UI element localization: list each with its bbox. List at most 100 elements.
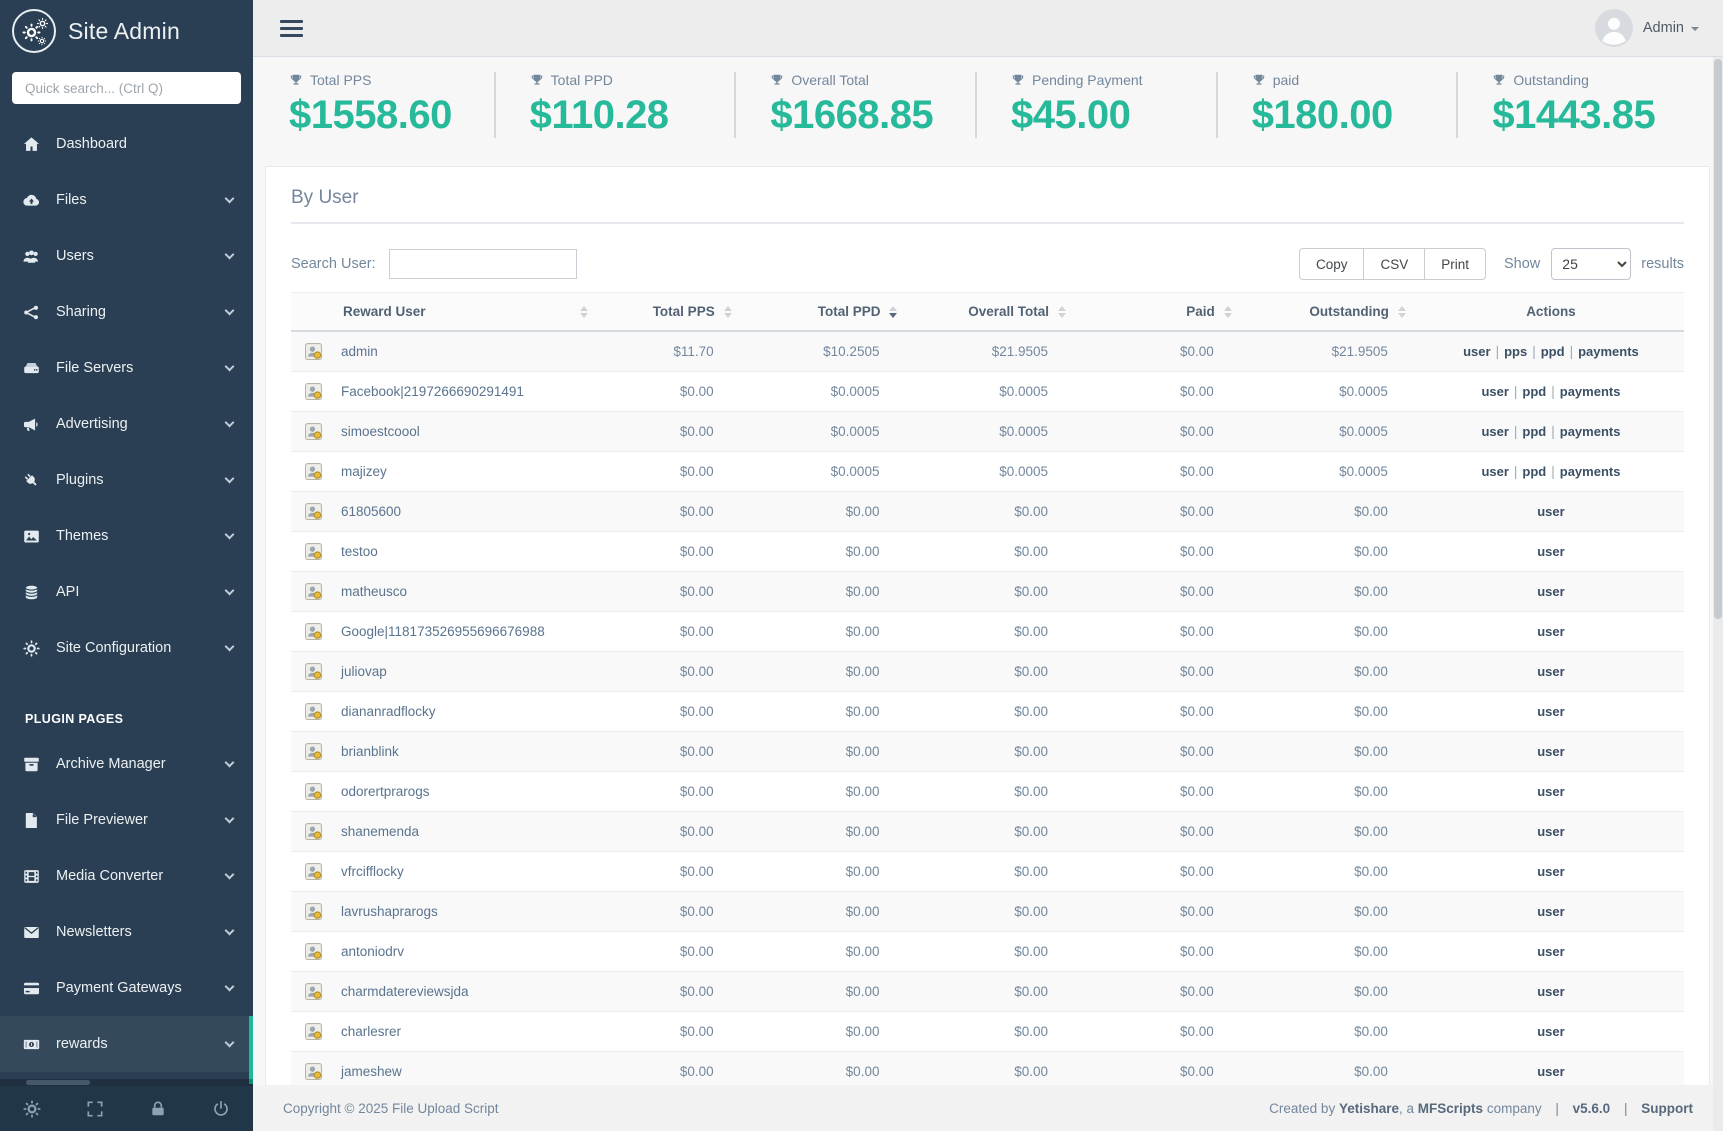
sidebar-item-file-servers[interactable]: File Servers (0, 340, 253, 396)
user-action-link[interactable]: user (1537, 1064, 1564, 1079)
sidebar-item-themes[interactable]: Themes (0, 508, 253, 564)
print-button[interactable]: Print (1424, 248, 1486, 280)
page-scrollbar-thumb[interactable] (1714, 59, 1722, 619)
user-link[interactable]: admin (341, 344, 378, 359)
lock-icon (148, 1099, 168, 1119)
csv-button[interactable]: CSV (1363, 248, 1425, 280)
column-header-paid[interactable]: Paid (1078, 293, 1244, 332)
user-action-link[interactable]: user (1537, 704, 1564, 719)
user-action-link[interactable]: user (1537, 944, 1564, 959)
payments-action-link[interactable]: payments (1578, 344, 1639, 359)
payments-action-link[interactable]: payments (1560, 464, 1621, 479)
action-separator: | (1570, 344, 1574, 359)
ppd-action-link[interactable]: ppd (1541, 344, 1565, 359)
user-link[interactable]: odorertprarogs (341, 784, 430, 799)
column-header-overall_total[interactable]: Overall Total (909, 293, 1078, 332)
sidebar-item-api[interactable]: API (0, 564, 253, 620)
user-link[interactable]: charlesrer (341, 1024, 401, 1039)
user-link[interactable]: charmdatereviewsjda (341, 984, 469, 999)
column-header-outstanding[interactable]: Outstanding (1244, 293, 1418, 332)
user-action-link[interactable]: user (1537, 744, 1564, 759)
user-action-link[interactable]: user (1537, 984, 1564, 999)
sidebar-item-files[interactable]: Files (0, 172, 253, 228)
sidebar-item-advertising[interactable]: Advertising (0, 396, 253, 452)
results-per-page-select[interactable]: 25 (1551, 248, 1631, 280)
cell-outstanding: $0.00 (1244, 692, 1418, 732)
user-action-link[interactable]: user (1537, 544, 1564, 559)
settings-button[interactable] (0, 1086, 63, 1131)
column-header-total_pps[interactable]: Total PPS (600, 293, 743, 332)
user-action-link[interactable]: user (1537, 624, 1564, 639)
user-action-link[interactable]: user (1537, 904, 1564, 919)
chevron-down-icon (225, 417, 235, 427)
sidebar-item-dashboard[interactable]: Dashboard (0, 116, 253, 172)
menu-toggle-icon[interactable] (280, 16, 303, 41)
mfscripts-link[interactable]: MFScripts (1418, 1101, 1483, 1116)
user-avatar-icon (305, 423, 322, 440)
column-header-user[interactable]: Reward User (291, 293, 600, 332)
sidebar-item-users[interactable]: Users (0, 228, 253, 284)
sidebar-item-site-configuration[interactable]: Site Configuration (0, 620, 253, 676)
user-link[interactable]: jameshew (341, 1064, 402, 1079)
user-link[interactable]: juliovap (341, 664, 387, 679)
user-action-link[interactable]: user (1537, 584, 1564, 599)
search-user-input[interactable] (389, 249, 577, 279)
fullscreen-button[interactable] (63, 1086, 126, 1131)
sidebar-item-newsletters[interactable]: Newsletters (0, 904, 253, 960)
logout-button[interactable] (190, 1086, 253, 1131)
user-menu[interactable]: Admin (1595, 9, 1699, 47)
copy-button[interactable]: Copy (1299, 248, 1365, 280)
user-action-link[interactable]: user (1481, 384, 1508, 399)
film-icon (22, 867, 42, 886)
user-action-link[interactable]: user (1481, 424, 1508, 439)
sidebar-item-archive-manager[interactable]: Archive Manager (0, 736, 253, 792)
user-link[interactable]: Google|118173526955696676988 (341, 624, 545, 639)
user-action-link[interactable]: user (1537, 664, 1564, 679)
sidebar-item-rewards[interactable]: rewards (0, 1016, 253, 1072)
cell-outstanding: $21.9505 (1244, 331, 1418, 372)
user-link[interactable]: simoestcoool (341, 424, 420, 439)
user-link[interactable]: brianblink (341, 744, 399, 759)
user-link[interactable]: 61805600 (341, 504, 401, 519)
sidebar-item-plugins[interactable]: Plugins (0, 452, 253, 508)
power-icon (211, 1099, 231, 1119)
pps-action-link[interactable]: pps (1504, 344, 1527, 359)
yetishare-link[interactable]: Yetishare (1339, 1101, 1399, 1116)
cell-outstanding: $0.00 (1244, 572, 1418, 612)
user-action-link[interactable]: user (1537, 1024, 1564, 1039)
column-header-total_ppd[interactable]: Total PPD (744, 293, 910, 332)
sidebar-item-file-previewer[interactable]: File Previewer (0, 792, 253, 848)
user-action-link[interactable]: user (1537, 864, 1564, 879)
sidebar-scrollbar-thumb[interactable] (26, 1080, 90, 1085)
cell-overall-total: $0.00 (909, 572, 1078, 612)
payments-action-link[interactable]: payments (1560, 424, 1621, 439)
sidebar-item-sharing[interactable]: Sharing (0, 284, 253, 340)
user-action-link[interactable]: user (1463, 344, 1490, 359)
user-link[interactable]: Facebook|2197266690291491 (341, 384, 524, 399)
cell-total-pps: $11.70 (600, 331, 743, 372)
user-link[interactable]: vfrcifflocky (341, 864, 404, 879)
user-link[interactable]: antoniodrv (341, 944, 404, 959)
ppd-action-link[interactable]: ppd (1522, 384, 1546, 399)
user-link[interactable]: lavrushaprarogs (341, 904, 438, 919)
user-link[interactable]: matheusco (341, 584, 407, 599)
user-link[interactable]: testoo (341, 544, 378, 559)
user-link[interactable]: diananradflocky (341, 704, 436, 719)
ppd-action-link[interactable]: ppd (1522, 464, 1546, 479)
sidebar-item-payment-gateways[interactable]: Payment Gateways (0, 960, 253, 1016)
support-link[interactable]: Support (1641, 1101, 1693, 1116)
user-action-link[interactable]: user (1481, 464, 1508, 479)
chevron-down-icon (225, 925, 235, 935)
quick-search-input[interactable] (12, 72, 241, 104)
user-link[interactable]: majizey (341, 464, 387, 479)
payments-action-link[interactable]: payments (1560, 384, 1621, 399)
user-link[interactable]: shanemenda (341, 824, 419, 839)
user-action-link[interactable]: user (1537, 504, 1564, 519)
sidebar-item-media-converter[interactable]: Media Converter (0, 848, 253, 904)
user-avatar-icon (305, 623, 322, 640)
lock-button[interactable] (127, 1086, 190, 1131)
ppd-action-link[interactable]: ppd (1522, 424, 1546, 439)
cell-paid: $0.00 (1078, 652, 1244, 692)
user-action-link[interactable]: user (1537, 824, 1564, 839)
user-action-link[interactable]: user (1537, 784, 1564, 799)
